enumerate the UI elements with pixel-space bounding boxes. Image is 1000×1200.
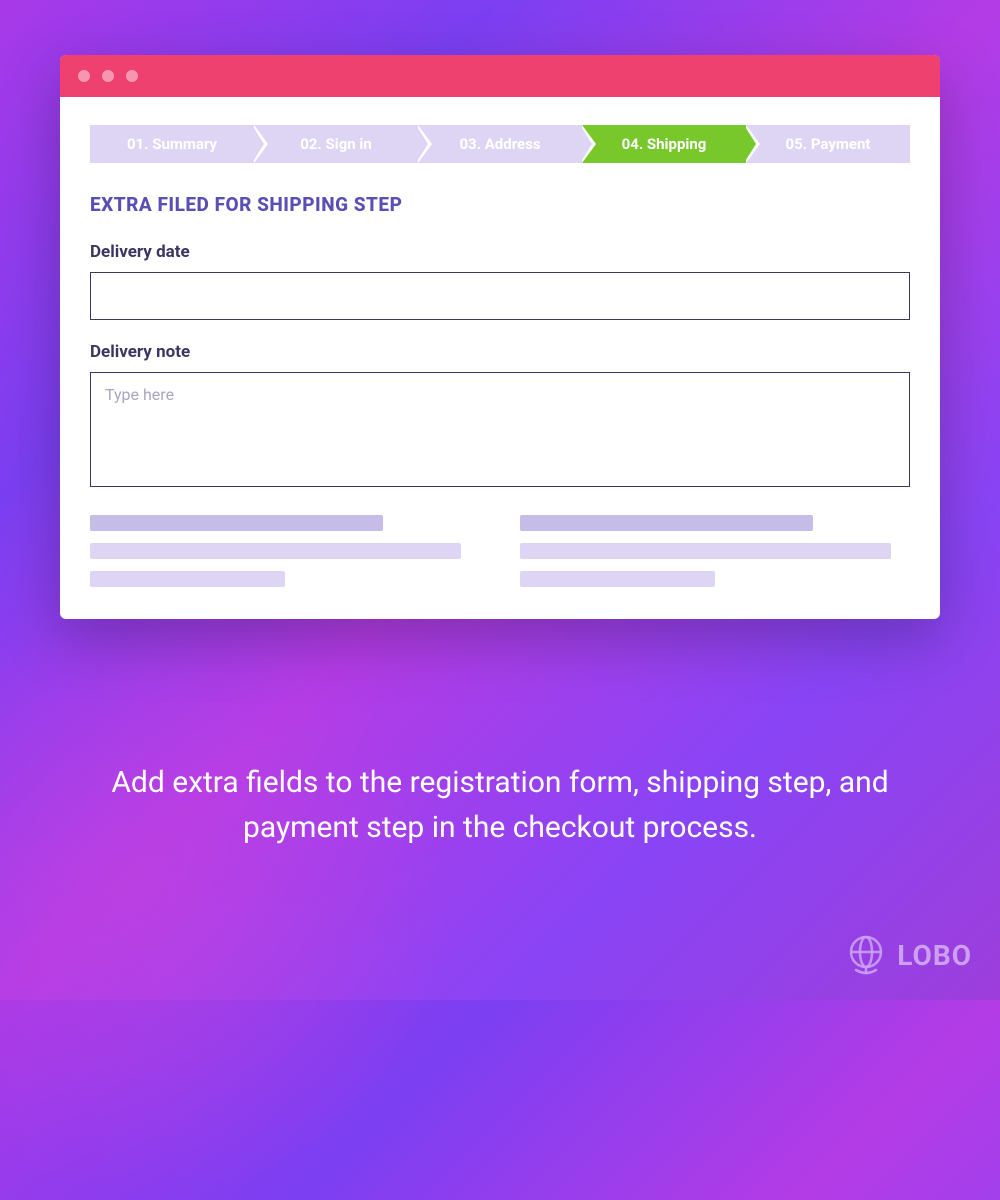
skeleton-bar — [90, 543, 461, 559]
skeleton-col-left — [90, 515, 480, 587]
browser-window: 01. Summary 02. Sign in 03. Address 04. … — [60, 55, 940, 619]
delivery-note-label: Delivery note — [90, 342, 910, 362]
background-blob — [0, 600, 450, 1200]
skeleton-bar — [520, 543, 891, 559]
skeleton-bar — [520, 571, 715, 587]
checkout-steps: 01. Summary 02. Sign in 03. Address 04. … — [90, 125, 910, 163]
window-titlebar — [60, 55, 940, 97]
section-title: EXTRA FILED FOR SHIPPING STEP — [90, 193, 910, 216]
delivery-date-input[interactable] — [90, 272, 910, 320]
skeleton-bar — [520, 515, 813, 531]
skeleton-col-right — [520, 515, 910, 587]
skeleton-bar — [90, 571, 285, 587]
step-address[interactable]: 03. Address — [418, 125, 582, 163]
brand-logo: LOBO — [843, 932, 972, 978]
window-control-dot[interactable] — [126, 70, 138, 82]
window-control-dot[interactable] — [78, 70, 90, 82]
window-content: 01. Summary 02. Sign in 03. Address 04. … — [60, 97, 940, 619]
skeleton-bar — [90, 515, 383, 531]
promo-caption: Add extra fields to the registration for… — [0, 760, 1000, 850]
brand-text: LOBO — [897, 939, 972, 972]
step-summary[interactable]: 01. Summary — [90, 125, 254, 163]
window-control-dot[interactable] — [102, 70, 114, 82]
skeleton-placeholder — [90, 515, 910, 587]
step-shipping[interactable]: 04. Shipping — [582, 125, 746, 163]
delivery-date-label: Delivery date — [90, 242, 910, 262]
step-payment[interactable]: 05. Payment — [746, 125, 910, 163]
globe-icon — [843, 932, 889, 978]
delivery-note-textarea[interactable]: Type here — [90, 372, 910, 487]
step-signin[interactable]: 02. Sign in — [254, 125, 418, 163]
